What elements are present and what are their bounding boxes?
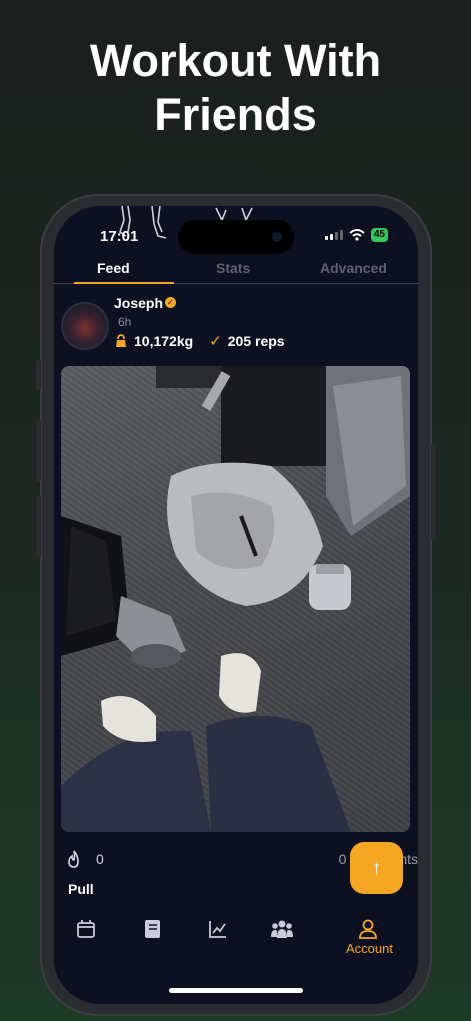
signal-icon (324, 230, 343, 240)
like-count: 0 (96, 851, 104, 867)
post-time: 6h (118, 315, 132, 329)
nav-progress[interactable] (198, 918, 238, 940)
nav-friends[interactable] (262, 918, 302, 940)
volume-up-button (36, 420, 41, 482)
nav-account[interactable]: Account (346, 918, 393, 956)
tab-feed[interactable]: Feed (97, 260, 130, 276)
camera-icon (272, 232, 282, 242)
post-photo[interactable] (61, 366, 410, 832)
post-stats: 10,172kg ✓ 205 reps (114, 332, 285, 350)
volume-down-button (36, 496, 41, 558)
wifi-icon (349, 229, 365, 241)
flame-icon[interactable] (66, 850, 82, 868)
status-time: 17:01 (100, 228, 139, 245)
book-icon (145, 920, 160, 938)
verified-badge-icon: ✓ (165, 297, 176, 308)
mute-switch (36, 360, 41, 390)
active-tab-indicator (74, 282, 174, 284)
headline-line-1: Workout With (89, 35, 382, 86)
status-indicators: 45 (324, 228, 388, 242)
friends-icon (271, 920, 293, 938)
tab-stats[interactable]: Stats (216, 260, 250, 276)
post-actions: 0 (66, 850, 104, 868)
post-username[interactable]: Joseph (114, 295, 163, 311)
calendar-icon (77, 920, 95, 938)
chart-icon (209, 921, 226, 938)
account-icon (359, 919, 377, 939)
app-screen: 17:01 45 Feed Stats Advanced Joseph ✓ 6h… (54, 206, 418, 1004)
headline-line-2: Friends (154, 89, 317, 140)
tab-advanced[interactable]: Advanced (320, 260, 387, 276)
workout-title: Pull (68, 881, 94, 897)
gym-photo-illustration (61, 366, 410, 832)
arrow-up-icon: ↑ (371, 857, 382, 879)
nav-log[interactable] (132, 918, 172, 940)
battery-icon: 45 (370, 228, 388, 242)
nav-account-label: Account (346, 941, 393, 956)
power-button (431, 444, 436, 540)
bottom-nav: Account (54, 906, 418, 1004)
scroll-to-top-button[interactable]: ↑ (350, 842, 403, 894)
total-weight: 10,172kg (134, 333, 194, 349)
avatar[interactable] (61, 302, 109, 350)
feed-tabs: Feed Stats Advanced (54, 256, 418, 286)
home-indicator[interactable] (169, 988, 303, 993)
nav-calendar[interactable] (66, 918, 106, 940)
check-icon: ✓ (209, 333, 222, 350)
dynamic-island (178, 220, 294, 254)
total-reps: 205 reps (227, 333, 285, 349)
kettlebell-icon (116, 334, 126, 347)
headline: Workout With Friends (0, 34, 471, 142)
